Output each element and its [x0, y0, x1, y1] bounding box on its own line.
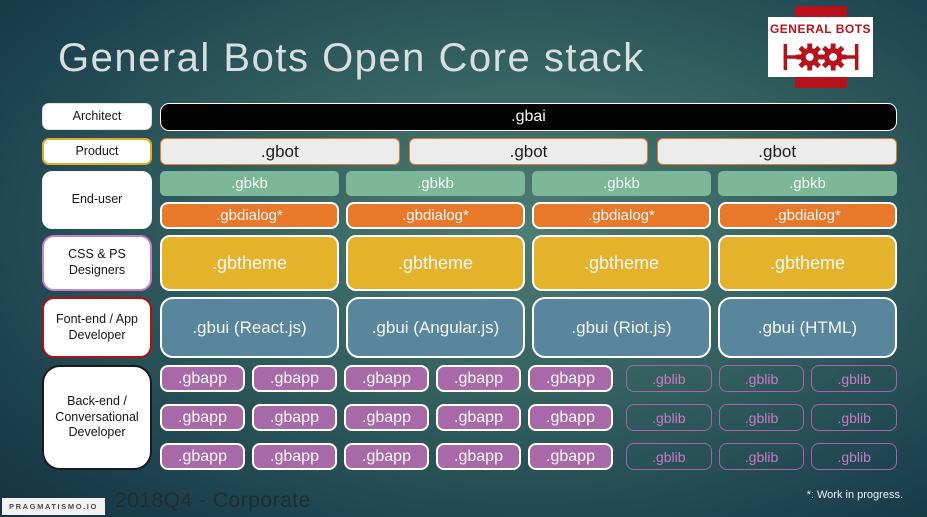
work-in-progress-footnote: *: Work in progress. — [806, 489, 903, 501]
gbapp-box: .gbapp — [436, 443, 521, 470]
gbapp-gblib-row-3: .gbapp .gbapp .gbapp .gbapp .gbapp .gbli… — [160, 443, 898, 470]
gbdialog-box: .gbdialog* — [346, 202, 525, 229]
edition-label: 2018Q4 - Corporate — [115, 489, 311, 512]
gbdialog-box: .gbdialog* — [532, 202, 711, 229]
gblib-group: .gblib .gblib .gblib — [626, 404, 898, 431]
gbapp-box: .gbapp — [528, 404, 613, 431]
slide-title: General Bots Open Core stack — [58, 36, 645, 80]
gbtheme-box: .gbtheme — [160, 235, 339, 291]
gbapp-gblib-row-2: .gbapp .gbapp .gbapp .gbapp .gbapp .gbli… — [160, 404, 898, 431]
logo-wordmark: GENERAL BOTS — [769, 22, 872, 36]
gbdialog-box: .gbdialog* — [718, 202, 897, 229]
gbtheme-box: .gbtheme — [532, 235, 711, 291]
gbapp-box: .gbapp — [160, 443, 245, 470]
role-label-frontend-app-developer: Font-end / App Developer — [42, 297, 152, 358]
gbapp-group: .gbapp .gbapp .gbapp .gbapp .gbapp — [160, 443, 613, 470]
role-label-end-user: End-user — [42, 171, 152, 229]
gblib-box: .gblib — [811, 443, 898, 470]
gbkb-row: .gbkb .gbkb .gbkb .gbkb — [160, 171, 897, 196]
gblib-box: .gblib — [626, 365, 712, 392]
gbapp-box: .gbapp — [528, 443, 613, 470]
gbtheme-box: .gbtheme — [718, 235, 897, 291]
gblib-box: .gblib — [626, 443, 712, 470]
gbapp-gblib-row-1: .gbapp .gbapp .gbapp .gbapp .gbapp .gbli… — [160, 365, 898, 392]
gbkb-box: .gbkb — [718, 171, 897, 196]
gbapp-box: .gbapp — [252, 404, 337, 431]
gbui-angular-box: .gbui (Angular.js) — [346, 297, 525, 358]
gbkb-box: .gbkb — [160, 171, 339, 196]
role-label-architect: Architect — [42, 103, 152, 130]
gbapp-group: .gbapp .gbapp .gbapp .gbapp .gbapp — [160, 404, 613, 431]
general-bots-logo: GENERAL BOTS — [768, 17, 873, 77]
gbui-react-box: .gbui (React.js) — [160, 297, 339, 358]
gbapp-box: .gbapp — [160, 404, 245, 431]
gblib-box: .gblib — [811, 365, 898, 392]
role-label-backend-conversational-developer: Back-end / Conversational Developer — [42, 365, 152, 470]
gears-icon — [783, 43, 858, 71]
gbui-row: .gbui (React.js) .gbui (Angular.js) .gbu… — [160, 297, 897, 358]
gbapp-box: .gbapp — [344, 404, 429, 431]
gbkb-box: .gbkb — [346, 171, 525, 196]
role-label-product: Product — [42, 138, 152, 165]
gbui-riot-box: .gbui (Riot.js) — [532, 297, 711, 358]
gblib-box: .gblib — [718, 404, 805, 431]
gbot-box: .gbot — [160, 138, 400, 165]
gbot-box: .gbot — [657, 138, 898, 165]
gblib-group: .gblib .gblib .gblib — [626, 443, 898, 470]
role-label-css-ps-designers: CSS & PS Designers — [42, 235, 152, 291]
gbdialog-box: .gbdialog* — [160, 202, 339, 229]
gbot-box: .gbot — [408, 138, 649, 165]
gbapp-box: .gbapp — [252, 443, 337, 470]
gbapp-box: .gbapp — [344, 443, 429, 470]
gblib-box: .gblib — [718, 443, 805, 470]
gblib-box: .gblib — [626, 404, 712, 431]
gbtheme-row: .gbtheme .gbtheme .gbtheme .gbtheme — [160, 235, 897, 291]
gbapp-box: .gbapp — [436, 365, 521, 392]
gbapp-box: .gbapp — [252, 365, 337, 392]
gbdialog-row: .gbdialog* .gbdialog* .gbdialog* .gbdial… — [160, 202, 897, 229]
gbapp-box: .gbapp — [344, 365, 429, 392]
gbkb-box: .gbkb — [532, 171, 711, 196]
gbui-html-box: .gbui (HTML) — [718, 297, 897, 358]
gbapp-group: .gbapp .gbapp .gbapp .gbapp .gbapp — [160, 365, 613, 392]
gbai-row: .gbai — [160, 103, 897, 131]
gblib-box: .gblib — [718, 365, 805, 392]
pragmatismo-brand-chip: PRAGMATISMO.IO — [2, 498, 105, 515]
gbot-row: .gbot .gbot .gbot — [160, 138, 898, 165]
gbapp-box: .gbapp — [528, 365, 613, 392]
gbai-box: .gbai — [160, 103, 897, 131]
slide-canvas: GENERAL BOTS General Bots Open Core stac… — [0, 0, 927, 517]
gbapp-box: .gbapp — [436, 404, 521, 431]
gbtheme-box: .gbtheme — [346, 235, 525, 291]
gblib-box: .gblib — [811, 404, 898, 431]
gbapp-box: .gbapp — [160, 365, 245, 392]
gblib-group: .gblib .gblib .gblib — [626, 365, 898, 392]
